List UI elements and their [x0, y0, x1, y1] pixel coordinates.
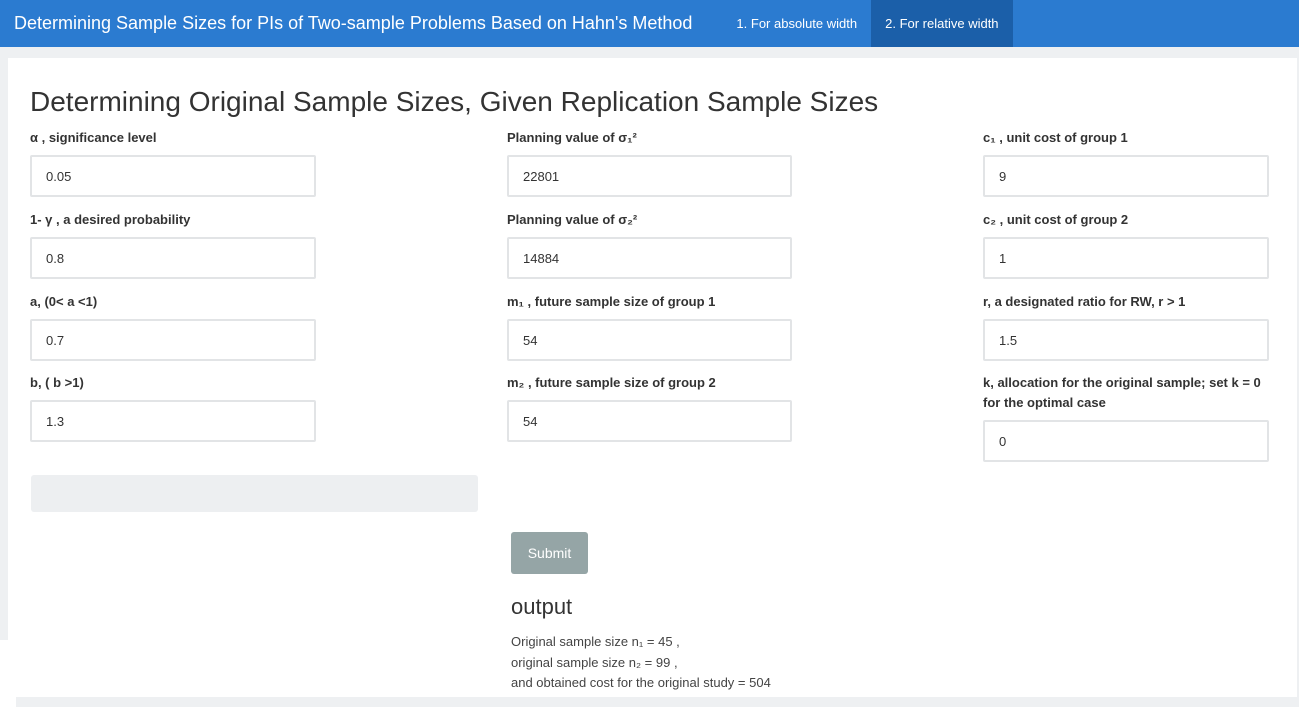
alpha-field-group: α , significance level: [30, 128, 316, 197]
c1-label: c₁ , unit cost of group 1: [983, 130, 1128, 145]
k-label: k, allocation for the original sample; s…: [983, 375, 1261, 410]
sigma1-field-group: Planning value of σ₁²: [507, 128, 792, 197]
m1-input[interactable]: [507, 319, 792, 361]
panel-edge: [0, 640, 16, 707]
m2-label: m₂ , future sample size of group 2: [507, 375, 716, 390]
sigma1-label: Planning value of σ₁²: [507, 130, 637, 145]
r-input[interactable]: [983, 319, 1269, 361]
b-input[interactable]: [30, 400, 316, 442]
sigma2-input[interactable]: [507, 237, 792, 279]
progress-bar: [31, 475, 478, 512]
page-title: Determining Original Sample Sizes, Given…: [30, 86, 879, 117]
gamma-input[interactable]: [30, 237, 316, 279]
alpha-label: α , significance level: [30, 130, 157, 145]
m2-input[interactable]: [507, 400, 792, 442]
sigma1-input[interactable]: [507, 155, 792, 197]
k-input[interactable]: [983, 420, 1269, 462]
r-field-group: r, a designated ratio for RW, r > 1: [983, 292, 1269, 361]
m2-field-group: m₂ , future sample size of group 2: [507, 373, 792, 442]
b-field-group: b, ( b >1): [30, 373, 316, 442]
m1-label: m₁ , future sample size of group 1: [507, 294, 716, 309]
top-navbar: Determining Sample Sizes for PIs of Two-…: [0, 0, 1299, 47]
gamma-label: 1- γ , a desired probability: [30, 212, 191, 227]
c1-input[interactable]: [983, 155, 1269, 197]
output-heading: output: [511, 594, 573, 619]
app-title[interactable]: Determining Sample Sizes for PIs of Two-…: [0, 0, 722, 47]
sigma2-label: Planning value of σ₂²: [507, 212, 638, 227]
c1-field-group: c₁ , unit cost of group 1: [983, 128, 1269, 197]
c2-field-group: c₂ , unit cost of group 2: [983, 210, 1269, 279]
c2-input[interactable]: [983, 237, 1269, 279]
output-line-n1: Original sample size n₁ = 45 ,: [511, 634, 680, 649]
r-label: r, a designated ratio for RW, r > 1: [983, 294, 1186, 309]
output-line-cost: and obtained cost for the original study…: [511, 675, 771, 690]
submit-button[interactable]: Submit: [511, 532, 588, 574]
a-label: a, (0< a <1): [30, 294, 98, 309]
b-label: b, ( b >1): [30, 375, 84, 390]
output-text: Original sample size n₁ = 45 , original …: [511, 632, 771, 694]
tab-absolute-width[interactable]: 1. For absolute width: [722, 0, 871, 47]
alpha-input[interactable]: [30, 155, 316, 197]
k-field-group: k, allocation for the original sample; s…: [983, 373, 1273, 462]
m1-field-group: m₁ , future sample size of group 1: [507, 292, 792, 361]
c2-label: c₂ , unit cost of group 2: [983, 212, 1129, 227]
tab-relative-width[interactable]: 2. For relative width: [871, 0, 1013, 47]
output-line-n2: original sample size n₂ = 99 ,: [511, 654, 678, 670]
sigma2-field-group: Planning value of σ₂²: [507, 210, 792, 279]
a-field-group: a, (0< a <1): [30, 292, 316, 361]
gamma-field-group: 1- γ , a desired probability: [30, 210, 316, 279]
a-input[interactable]: [30, 319, 316, 361]
